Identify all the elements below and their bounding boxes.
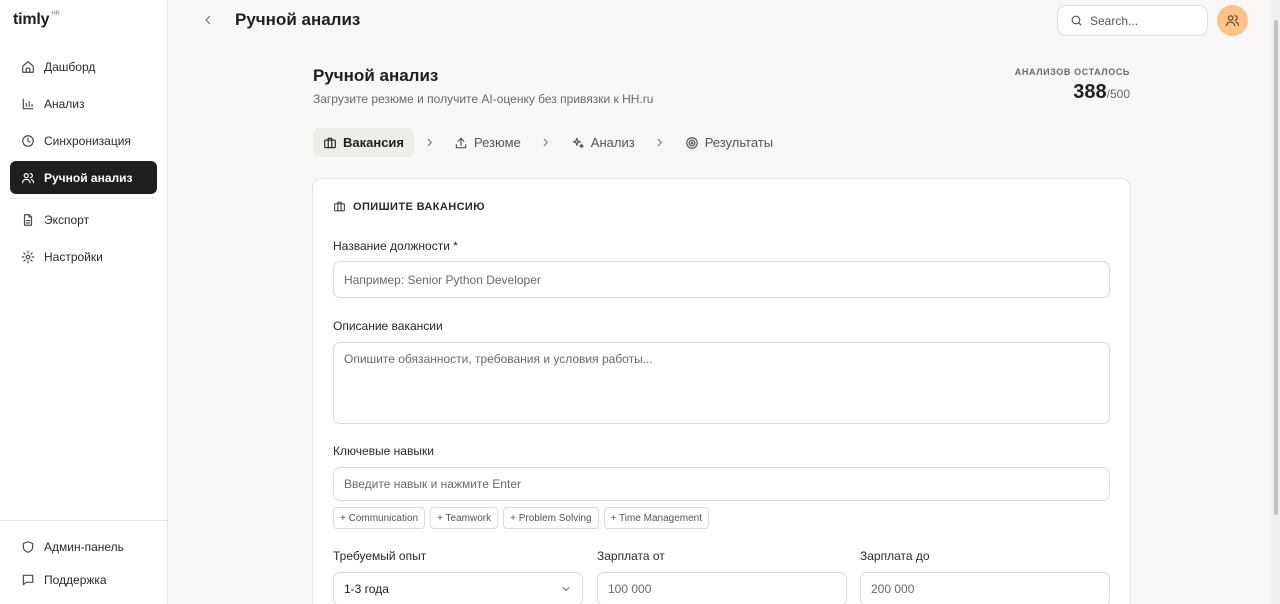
scrollbar-track[interactable] xyxy=(1271,0,1280,604)
step-results[interactable]: Результаты xyxy=(675,128,783,157)
sidebar-item-label: Анализ xyxy=(44,96,85,111)
step-label: Результаты xyxy=(704,135,774,150)
step-label: Анализ xyxy=(590,135,635,150)
sidebar-item-dashboard[interactable]: Дашборд xyxy=(10,50,157,83)
description-label: Описание вакансии xyxy=(333,319,443,333)
salary-from-label: Зарплата от xyxy=(597,549,665,563)
sidebar-item-export[interactable]: Экспорт xyxy=(10,203,157,236)
experience-value: 1-3 года xyxy=(344,582,389,596)
bar-chart-icon xyxy=(20,96,35,111)
search-icon xyxy=(1070,14,1083,27)
topbar-title: Ручной анализ xyxy=(235,10,361,29)
briefcase-icon xyxy=(323,136,337,150)
home-icon xyxy=(20,59,35,74)
back-button[interactable] xyxy=(199,10,217,30)
step-label: Вакансия xyxy=(343,135,405,150)
skill-chip[interactable]: + Time Management xyxy=(603,507,709,529)
salary-from-field[interactable] xyxy=(597,572,847,604)
chat-icon xyxy=(20,573,35,588)
search-box[interactable] xyxy=(1057,5,1208,36)
sparkles-icon xyxy=(571,136,585,150)
chevron-right-icon xyxy=(539,136,553,150)
briefcase-icon xyxy=(333,200,346,213)
form-heading-text: ОПИШИТЕ ВАКАНСИЮ xyxy=(353,200,485,213)
quota-remaining: 388 xyxy=(1073,81,1107,103)
nav-divider xyxy=(10,198,157,199)
salary-to-label: Зарплата до xyxy=(860,549,930,563)
sidebar-item-support[interactable]: Поддержка xyxy=(10,566,157,594)
sidebar-item-settings[interactable]: Настройки xyxy=(10,240,157,273)
skill-chip[interactable]: + Teamwork xyxy=(430,507,499,529)
skill-suggestions: + Communication + Teamwork + Problem Sol… xyxy=(333,507,714,529)
sidebar-nav: Дашборд Анализ Синхронизация Ручной анал… xyxy=(10,50,157,277)
clock-icon xyxy=(20,133,35,148)
logo-text: timly xyxy=(13,11,50,28)
page-subtitle: Загрузите резюме и получите AI-оценку бе… xyxy=(313,92,654,106)
upload-icon xyxy=(454,136,468,150)
sidebar-item-sync[interactable]: Синхронизация xyxy=(10,124,157,157)
experience-label: Требуемый опыт xyxy=(333,549,427,563)
step-label: Резюме xyxy=(474,135,521,150)
skills-field[interactable] xyxy=(333,467,1110,501)
chevron-right-icon xyxy=(653,136,667,150)
description-textarea[interactable] xyxy=(344,352,1109,394)
wizard-stepper: Вакансия Резюме Анализ Результаты xyxy=(313,128,783,157)
sidebar-item-label: Поддержка xyxy=(44,573,107,587)
step-resume[interactable]: Резюме xyxy=(444,128,531,157)
avatar[interactable] xyxy=(1217,5,1248,36)
sidebar-item-label: Дашборд xyxy=(44,59,96,74)
job-title-field[interactable] xyxy=(333,261,1110,298)
sidebar: timly HR Дашборд Анализ Синхронизация Руч… xyxy=(0,0,168,604)
scrollbar-thumb[interactable] xyxy=(1274,20,1278,515)
chevron-down-icon xyxy=(560,583,572,595)
chevron-right-icon xyxy=(422,136,436,150)
quota-counter: 388/500 xyxy=(1073,81,1130,104)
experience-select[interactable]: 1-3 года xyxy=(333,572,583,604)
shield-icon xyxy=(20,540,35,555)
app-logo[interactable]: timly HR xyxy=(13,11,60,29)
quota-total: /500 xyxy=(1106,87,1130,101)
users-icon xyxy=(20,170,35,185)
target-icon xyxy=(685,136,699,150)
sidebar-item-label: Экспорт xyxy=(44,212,90,227)
salary-to-field[interactable] xyxy=(860,572,1110,604)
skills-label: Ключевые навыки xyxy=(333,444,434,458)
sidebar-item-analysis[interactable]: Анализ xyxy=(10,87,157,120)
step-vacancy[interactable]: Вакансия xyxy=(313,128,415,157)
sidebar-item-admin-panel[interactable]: Админ-панель xyxy=(10,533,157,561)
salary-to-input[interactable] xyxy=(871,582,1109,596)
skill-chip[interactable]: + Problem Solving xyxy=(503,507,599,529)
users-icon xyxy=(1225,13,1240,28)
step-analysis[interactable]: Анализ xyxy=(561,128,645,157)
file-icon xyxy=(20,212,35,227)
job-title-label: Название должности * xyxy=(333,239,458,253)
form-heading: ОПИШИТЕ ВАКАНСИЮ xyxy=(333,200,485,213)
sidebar-item-label: Настройки xyxy=(44,249,103,264)
page-title: Ручной анализ xyxy=(313,66,439,85)
sidebar-item-label: Синхронизация xyxy=(44,133,131,148)
job-title-input[interactable] xyxy=(344,272,1109,287)
salary-from-input[interactable] xyxy=(608,582,846,596)
gear-icon xyxy=(20,249,35,264)
skill-chip[interactable]: + Communication xyxy=(333,507,426,529)
logo-superscript: HR xyxy=(51,10,60,17)
description-field[interactable] xyxy=(333,342,1110,424)
quota-label: АНАЛИЗОВ ОСТАЛОСЬ xyxy=(1014,67,1130,77)
chevron-left-icon xyxy=(202,14,214,26)
search-input[interactable] xyxy=(1090,13,1195,28)
skills-input[interactable] xyxy=(344,477,1109,491)
vacancy-form-card: ОПИШИТЕ ВАКАНСИЮ Название должности * Оп… xyxy=(312,178,1131,604)
sidebar-item-label: Админ-панель xyxy=(44,540,124,554)
sidebar-footer: Админ-панель Поддержка xyxy=(0,520,167,599)
sidebar-item-manual-analysis[interactable]: Ручной анализ xyxy=(10,161,157,194)
sidebar-item-label: Ручной анализ xyxy=(44,170,133,185)
